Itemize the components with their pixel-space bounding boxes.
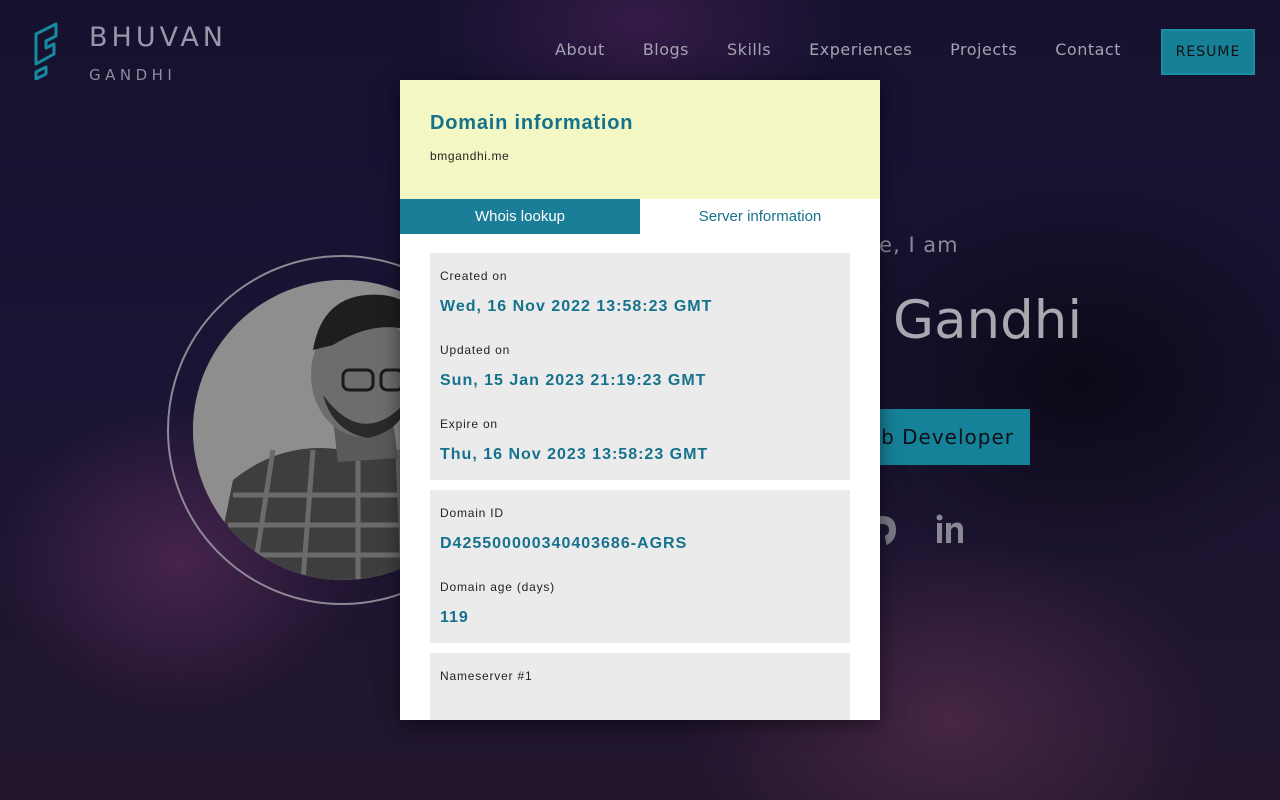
updated-label: Updated on xyxy=(440,343,511,357)
tab-server-information[interactable]: Server information xyxy=(640,199,880,234)
domain-id-card: Domain ID D425500000340403686-AGRS Domai… xyxy=(430,490,850,643)
domain-id-label: Domain ID xyxy=(440,506,504,520)
expire-value: Thu, 16 Nov 2023 13:58:23 GMT xyxy=(440,446,709,463)
nameserver-card: Nameserver #1 xyxy=(430,653,850,720)
brand-last-name[interactable]: GANDHI xyxy=(89,66,176,84)
domain-age-label: Domain age (days) xyxy=(440,580,555,594)
domain-info-popup: Domain information bmgandhi.me Whois loo… xyxy=(400,80,880,720)
tab-whois-lookup[interactable]: Whois lookup xyxy=(400,199,640,234)
popup-tabs: Whois lookup Server information xyxy=(400,199,880,234)
nav-contact[interactable]: Contact xyxy=(1055,40,1121,59)
popup-domain: bmgandhi.me xyxy=(430,149,510,163)
resume-button[interactable]: RESUME xyxy=(1161,29,1255,75)
whois-cards: Created on Wed, 16 Nov 2022 13:58:23 GMT… xyxy=(400,234,880,720)
popup-title: Domain information xyxy=(430,112,634,134)
expire-label: Expire on xyxy=(440,417,498,431)
nav-projects[interactable]: Projects xyxy=(950,40,1017,59)
domain-age-value: 119 xyxy=(440,609,469,626)
hero-greeting: re, I am xyxy=(870,233,959,257)
nav-blogs[interactable]: Blogs xyxy=(643,40,689,59)
hero-name: Gandhi xyxy=(893,290,1083,351)
main-nav: About Blogs Skills Experiences Projects … xyxy=(555,40,1159,59)
brand-first-name[interactable]: BHUVAN xyxy=(89,22,227,53)
domain-id-value: D425500000340403686-AGRS xyxy=(440,535,688,552)
popup-header: Domain information bmgandhi.me xyxy=(400,80,880,199)
created-label: Created on xyxy=(440,269,508,283)
nav-skills[interactable]: Skills xyxy=(727,40,771,59)
linkedin-icon[interactable] xyxy=(936,513,964,549)
nav-experiences[interactable]: Experiences xyxy=(809,40,912,59)
nav-about[interactable]: About xyxy=(555,40,605,59)
created-value: Wed, 16 Nov 2022 13:58:23 GMT xyxy=(440,298,713,315)
nameserver-label: Nameserver #1 xyxy=(440,669,533,683)
logo-icon[interactable] xyxy=(30,22,60,80)
dates-card: Created on Wed, 16 Nov 2022 13:58:23 GMT… xyxy=(430,253,850,480)
updated-value: Sun, 15 Jan 2023 21:19:23 GMT xyxy=(440,372,707,389)
role-badge: eb Developer xyxy=(855,409,1030,465)
